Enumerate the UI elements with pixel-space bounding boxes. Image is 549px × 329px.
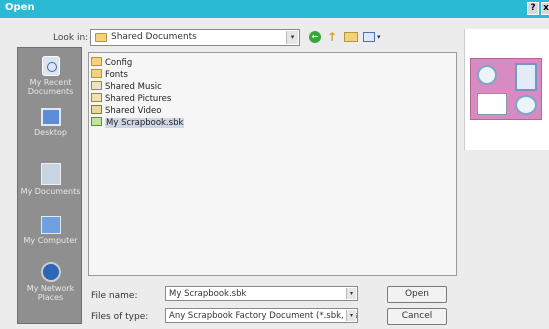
music-folder-icon: [91, 81, 102, 90]
video-folder-icon: [91, 105, 102, 114]
up-folder-icon[interactable]: ↑: [327, 30, 339, 44]
list-item[interactable]: Shared Music: [91, 81, 162, 92]
list-item[interactable]: Shared Pictures: [91, 93, 171, 104]
file-name: Shared Music: [105, 82, 162, 92]
file-type-value: Any Scrapbook Factory Document (*.sbk, *…: [169, 311, 358, 321]
list-item-selected[interactable]: My Scrapbook.sbk: [91, 117, 185, 128]
look-in-value: Shared Documents: [111, 32, 197, 42]
place-my-documents[interactable]: My Documents: [18, 163, 83, 196]
place-label: My Network Places: [26, 284, 75, 302]
window-title: Open: [5, 2, 35, 13]
thumbnail-frame: [515, 95, 537, 115]
thumbnail-frame: [477, 65, 497, 85]
thumbnail-frame: [515, 63, 537, 91]
scrapbook-file-icon: [91, 117, 102, 126]
my-computer-icon: [40, 216, 61, 234]
chevron-down-icon[interactable]: ▾: [346, 288, 356, 299]
place-recent-documents[interactable]: My Recent Documents: [18, 56, 83, 96]
list-item[interactable]: Fonts: [91, 69, 128, 80]
file-name: Fonts: [105, 70, 128, 80]
chevron-down-icon[interactable]: ▾: [286, 31, 298, 44]
place-my-computer[interactable]: My Computer: [18, 216, 83, 245]
file-type-select[interactable]: Any Scrapbook Factory Document (*.sbk, *…: [165, 308, 358, 323]
title-bar: Open ? x: [0, 0, 549, 18]
views-menu-icon[interactable]: [363, 32, 375, 42]
my-documents-icon: [40, 163, 61, 185]
file-name: Shared Video: [105, 106, 162, 116]
file-name: Config: [105, 58, 133, 68]
chevron-down-icon[interactable]: ▾: [346, 310, 356, 321]
folder-icon: [95, 33, 107, 42]
new-folder-icon[interactable]: [344, 32, 358, 42]
place-label: My Recent Documents: [27, 78, 74, 96]
list-item[interactable]: Shared Video: [91, 105, 161, 116]
thumbnail-frame: [477, 93, 507, 115]
cancel-button[interactable]: Cancel: [387, 308, 447, 325]
file-name-label: File name:: [91, 291, 138, 301]
place-label: My Documents: [20, 187, 81, 196]
file-name-field[interactable]: My Scrapbook.sbk ▾: [165, 286, 358, 301]
look-in-label: Look in:: [53, 33, 89, 43]
scrapbook-thumbnail: [470, 58, 542, 120]
folder-icon: [91, 69, 102, 78]
back-icon[interactable]: ←: [309, 31, 321, 43]
file-list[interactable]: Config Fonts Shared Music Shared Picture…: [88, 52, 457, 276]
place-label: My Computer: [23, 236, 78, 245]
place-desktop[interactable]: Desktop: [18, 108, 83, 137]
preview-pane: [464, 29, 549, 150]
file-name-value: My Scrapbook.sbk: [169, 289, 247, 299]
open-button[interactable]: Open: [387, 286, 447, 303]
network-places-icon: [40, 262, 61, 282]
look-in-dropdown[interactable]: Shared Documents ▾: [90, 29, 300, 46]
help-button[interactable]: ?: [527, 2, 539, 15]
desktop-icon: [40, 108, 61, 126]
places-bar: My Recent Documents Desktop My Documents…: [17, 47, 82, 324]
close-button[interactable]: x: [541, 2, 549, 15]
file-type-label: Files of type:: [91, 312, 149, 322]
list-item[interactable]: Config: [91, 57, 132, 68]
place-label: Desktop: [34, 128, 67, 137]
file-name: Shared Pictures: [105, 94, 172, 104]
recent-documents-icon: [41, 56, 60, 76]
place-network[interactable]: My Network Places: [18, 262, 83, 302]
views-caret-icon[interactable]: ▾: [377, 33, 381, 41]
pictures-folder-icon: [91, 93, 102, 102]
folder-icon: [91, 57, 102, 66]
file-name: My Scrapbook.sbk: [105, 118, 185, 128]
